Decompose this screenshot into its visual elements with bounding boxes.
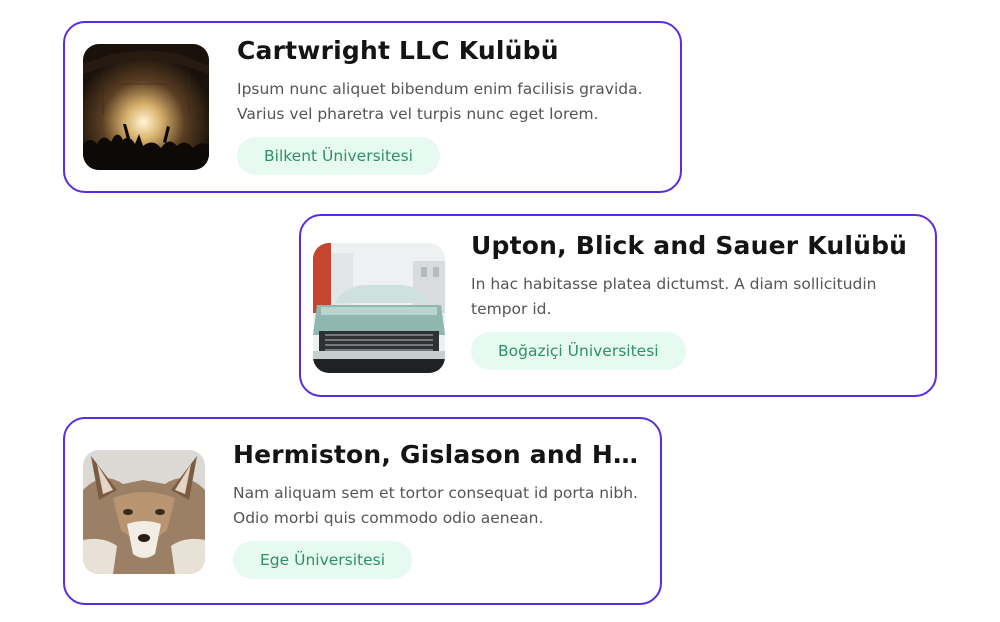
club-image-concert <box>83 44 209 170</box>
club-card[interactable]: Hermiston, Gislason and Hartmann Kulübü … <box>63 417 662 605</box>
club-description: Nam aliquam sem et tortor consequat id p… <box>233 484 638 527</box>
club-title[interactable]: Upton, Blick and Sauer Kulübü <box>471 230 921 262</box>
university-badge[interactable]: Ege Üniversitesi <box>233 541 413 579</box>
club-description: In hac habitasse platea dictumst. A diam… <box>471 275 877 318</box>
club-title[interactable]: Cartwright LLC Kulübü <box>237 35 666 67</box>
club-title[interactable]: Hermiston, Gislason and Hartmann Kulübü <box>233 439 646 471</box>
club-image-vintage-car <box>313 243 445 373</box>
club-image-coyote <box>83 450 205 574</box>
club-description: Ipsum nunc aliquet bibendum enim facilis… <box>237 80 643 123</box>
club-card[interactable]: Upton, Blick and Sauer Kulübü In hac hab… <box>299 214 937 397</box>
university-badge[interactable]: Boğaziçi Üniversitesi <box>471 332 686 370</box>
university-badge[interactable]: Bilkent Üniversitesi <box>237 137 440 175</box>
club-card[interactable]: Cartwright LLC Kulübü Ipsum nunc aliquet… <box>63 21 682 193</box>
